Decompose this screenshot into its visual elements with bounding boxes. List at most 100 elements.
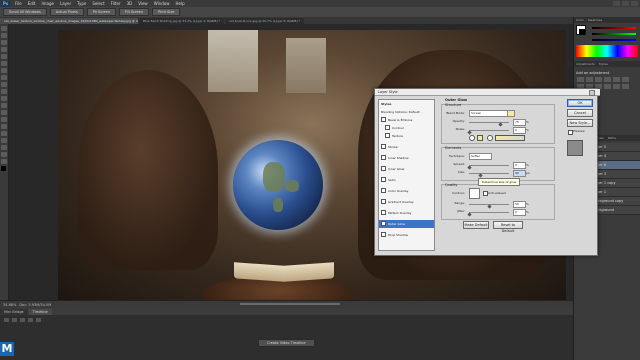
actual-pixels-button[interactable]: Actual Pixels	[49, 8, 84, 16]
crop-tool-icon[interactable]	[1, 54, 7, 59]
tab-color[interactable]: Color	[574, 17, 586, 23]
contour-picker-icon[interactable]	[469, 188, 480, 199]
brightness-icon[interactable]	[577, 77, 584, 82]
glow-gradient-picker[interactable]	[495, 135, 525, 141]
cancel-button[interactable]: Cancel	[567, 109, 593, 117]
spread-slider[interactable]	[469, 165, 509, 166]
spread-field[interactable]: 0	[513, 162, 526, 169]
menu-image[interactable]: Image	[41, 1, 54, 6]
pen-tool-icon[interactable]	[1, 124, 7, 129]
vibrance-icon[interactable]	[613, 77, 620, 82]
checkbox[interactable]	[381, 166, 386, 172]
invert-icon[interactable]	[613, 84, 620, 89]
exposure-icon[interactable]	[604, 77, 611, 82]
opacity-slider[interactable]	[469, 122, 509, 123]
style-item-pattern-overlay[interactable]: Pattern Overlay	[379, 209, 434, 217]
type-tool-icon[interactable]	[1, 131, 7, 136]
history-brush-tool-icon[interactable]	[1, 89, 7, 94]
color-radio[interactable]	[469, 135, 475, 141]
glow-color-box[interactable]	[477, 135, 483, 141]
print-size-button[interactable]: Print Size	[151, 8, 181, 16]
menu-file[interactable]: File	[15, 1, 22, 6]
checkbox[interactable]	[381, 232, 386, 238]
levels-icon[interactable]	[586, 77, 593, 82]
menu-select[interactable]: Select	[92, 1, 104, 6]
tab-adjustments[interactable]: Adjustments	[574, 61, 597, 67]
reset-to-default-button[interactable]: Reset to Default	[493, 221, 523, 233]
menu-help[interactable]: Help	[175, 1, 184, 6]
lasso-tool-icon[interactable]	[1, 40, 7, 45]
glow-color-swatch[interactable]	[507, 110, 515, 117]
first-frame-icon[interactable]	[4, 318, 9, 322]
style-item-texture[interactable]: Texture	[379, 132, 438, 140]
checkbox[interactable]	[381, 117, 386, 123]
dodge-tool-icon[interactable]	[1, 117, 7, 122]
menu-view[interactable]: View	[138, 1, 148, 6]
healing-tool-icon[interactable]	[1, 68, 7, 73]
doc-tab-1[interactable]: old_eraser_fantom_window_chair_window_im…	[0, 18, 138, 24]
blend-mode-select[interactable]: Screen	[469, 110, 508, 117]
marquee-tool-icon[interactable]	[1, 33, 7, 38]
move-tool-icon[interactable]	[1, 26, 7, 31]
checkbox[interactable]	[381, 210, 386, 216]
zoom-level[interactable]: 34.68%	[3, 303, 16, 307]
background-swatch[interactable]	[579, 29, 585, 35]
doc-tab-2[interactable]: Blue Earth Shading.jpg @ 33.3% (Layer 4,…	[139, 18, 225, 24]
checkbox-checked[interactable]	[381, 221, 386, 227]
blending-options-item[interactable]: Blending Options: Default	[379, 108, 436, 116]
menu-layer[interactable]: Layer	[60, 1, 71, 6]
checkbox[interactable]	[381, 155, 386, 161]
checkbox[interactable]	[381, 144, 386, 150]
tab-styles[interactable]: Styles	[597, 61, 610, 67]
path-select-tool-icon[interactable]	[1, 138, 7, 143]
green-slider[interactable]	[592, 33, 636, 35]
style-item-stroke[interactable]: Stroke	[379, 143, 434, 151]
maximize-icon[interactable]	[622, 1, 629, 6]
fill-screen-button[interactable]: Fill Screen	[119, 8, 149, 16]
checkbox[interactable]	[385, 125, 390, 131]
eyedropper-tool-icon[interactable]	[1, 61, 7, 66]
ok-button[interactable]: OK	[567, 99, 593, 107]
range-field[interactable]: 50	[513, 201, 526, 208]
checkbox[interactable]	[381, 199, 386, 205]
next-frame-icon[interactable]	[28, 318, 33, 322]
style-item-outer-glow[interactable]: Outer Glow	[379, 220, 434, 228]
tab-timeline[interactable]: Timeline	[28, 309, 52, 315]
hue-saturation-icon[interactable]	[622, 77, 629, 82]
posterize-icon[interactable]	[622, 84, 629, 89]
clone-stamp-tool-icon[interactable]	[1, 82, 7, 87]
tab-mini-bridge[interactable]: Mini Bridge	[0, 309, 28, 315]
play-icon[interactable]	[20, 318, 25, 322]
close-icon[interactable]	[631, 1, 638, 6]
checkbox[interactable]	[381, 188, 386, 194]
checkbox[interactable]	[385, 133, 390, 139]
doc-tab-3[interactable]: old-book-8-one.jpg @ 20.7% (Layer 8, RGB…	[225, 18, 305, 24]
zoom-tool-icon[interactable]	[1, 159, 7, 164]
menu-edit[interactable]: Edit	[28, 1, 36, 6]
hand-tool-icon[interactable]	[1, 152, 7, 157]
checkbox[interactable]	[381, 177, 386, 183]
eraser-tool-icon[interactable]	[1, 96, 7, 101]
menu-window[interactable]: Window	[154, 1, 170, 6]
channel-mixer-icon[interactable]	[604, 84, 611, 89]
menu-3d[interactable]: 3D	[127, 1, 133, 6]
fit-screen-button[interactable]: Fit Screen	[86, 8, 117, 16]
scroll-all-windows-checkbox[interactable]: Scroll All Windows	[3, 8, 47, 16]
tab-paths[interactable]: Paths	[606, 135, 618, 141]
style-item-bevel[interactable]: Bevel & Emboss	[379, 116, 434, 124]
foreground-color-swatch[interactable]	[1, 166, 6, 171]
size-field[interactable]: 90	[513, 170, 526, 177]
style-item-color-overlay[interactable]: Color Overlay	[379, 187, 434, 195]
style-item-drop-shadow[interactable]: Drop Shadow	[379, 231, 434, 239]
tab-swatches[interactable]: Swatches	[586, 17, 604, 23]
jitter-field[interactable]: 0	[513, 209, 526, 216]
create-video-timeline-button[interactable]: Create Video Timeline	[258, 339, 315, 347]
prev-frame-icon[interactable]	[12, 318, 17, 322]
style-item-inner-shadow[interactable]: Inner Shadow	[379, 154, 434, 162]
close-icon[interactable]	[589, 90, 595, 96]
brush-tool-icon[interactable]	[1, 75, 7, 80]
opacity-field[interactable]: 75	[513, 119, 526, 126]
make-default-button[interactable]: Make Default	[463, 221, 489, 229]
styles-header[interactable]: Styles	[379, 100, 436, 108]
quick-select-tool-icon[interactable]	[1, 47, 7, 52]
